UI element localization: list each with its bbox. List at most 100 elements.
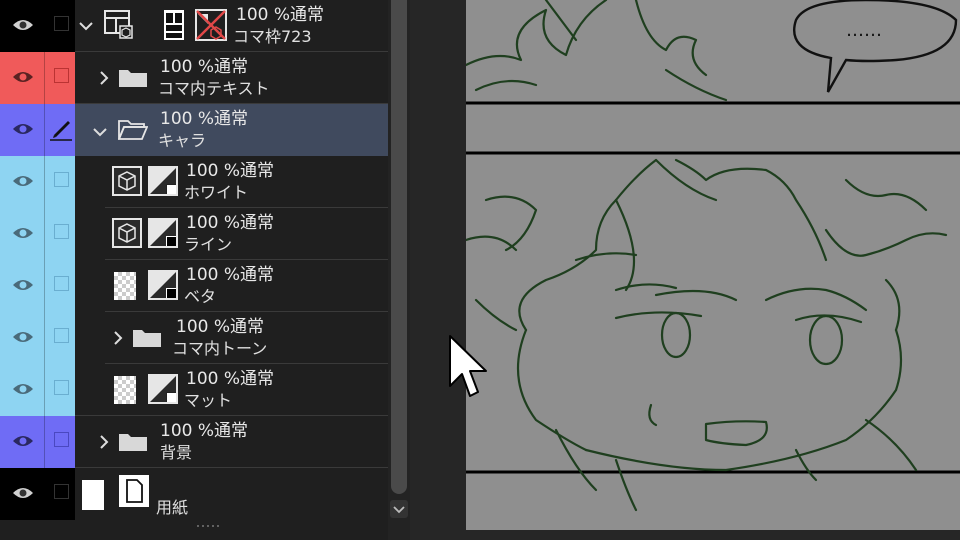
visibility-column (0, 0, 44, 52)
lock-column (44, 52, 75, 104)
layer-mask-icon (148, 218, 178, 248)
layer-opacity-blend: 100 %通常 (160, 421, 249, 441)
layer-row-text-folder[interactable]: 100 %通常 コマ内テキスト (0, 52, 388, 104)
layer-mask-icon (148, 270, 178, 300)
frame-mask-icon (195, 9, 227, 41)
layer-opacity-blend: 100 %通常 (160, 57, 249, 77)
eye-icon[interactable] (12, 226, 34, 240)
layer-name: 用紙 (156, 498, 189, 517)
layer-name: ベタ (184, 287, 217, 306)
layer-panel: 100 %通常 コマ枠723 100 %通常 コマ内テキスト 100 %通常 キ… (0, 0, 410, 540)
canvas[interactable]: …… (466, 0, 960, 530)
lock-column (44, 0, 75, 52)
layer-row-white[interactable]: 100 %通常 ホワイト (0, 156, 388, 208)
layer-row-paper[interactable]: 用紙 (0, 468, 388, 520)
lock-toggle[interactable] (54, 484, 69, 499)
paper-icon (119, 475, 149, 507)
lock-toggle[interactable] (54, 68, 69, 83)
folder-icon (133, 330, 161, 347)
lock-column (44, 416, 75, 468)
frame-folder-icon (104, 10, 133, 39)
lock-toggle[interactable] (54, 380, 69, 395)
lock-toggle[interactable] (54, 172, 69, 187)
layer-name: ライン (184, 235, 233, 254)
visibility-column (0, 156, 44, 208)
lock-column (44, 364, 75, 416)
layer-row-beta[interactable]: 100 %通常 ベタ (0, 260, 388, 312)
folder-icon (119, 434, 147, 451)
paper-thumbnail (82, 480, 104, 510)
layer-mask-icon (148, 166, 178, 196)
layer-name: コマ枠723 (233, 27, 312, 46)
layer-name: コマ内トーン (172, 339, 268, 358)
frame-thumbnail-icon (164, 10, 184, 40)
visibility-column (0, 208, 44, 260)
manga-drawing: …… (466, 0, 960, 512)
layer-row-frame-folder[interactable]: 100 %通常 コマ枠723 (0, 0, 388, 52)
eye-icon[interactable] (12, 174, 34, 188)
layer-opacity-blend: 100 %通常 (176, 317, 265, 337)
lock-column (44, 260, 75, 312)
layer-opacity-blend: 100 %通常 (236, 5, 325, 25)
mouse-pointer-icon (449, 335, 487, 397)
scroll-down-button[interactable] (390, 500, 408, 518)
layer-row-background-folder[interactable]: 100 %通常 背景 (0, 416, 388, 468)
transparent-thumbnail (114, 376, 136, 404)
chevron-right-icon[interactable] (96, 434, 112, 450)
visibility-column (0, 312, 44, 364)
lock-toggle[interactable] (54, 328, 69, 343)
visibility-column (0, 416, 44, 468)
lock-column (44, 156, 75, 208)
eye-icon[interactable] (12, 122, 34, 136)
eye-icon[interactable] (12, 382, 34, 396)
panel-gap (410, 0, 466, 540)
visibility-column (0, 364, 44, 416)
eye-icon[interactable] (12, 70, 34, 84)
chevron-down-icon[interactable] (92, 124, 108, 140)
3d-cube-icon (112, 166, 142, 196)
layer-opacity-blend: 100 %通常 (186, 213, 275, 233)
layer-name: 背景 (160, 443, 193, 462)
lock-column (44, 468, 75, 520)
visibility-column (0, 468, 44, 520)
eye-icon[interactable] (12, 18, 34, 32)
visibility-column (0, 260, 44, 312)
eye-icon[interactable] (12, 278, 34, 292)
layer-name: マット (184, 391, 233, 410)
eye-icon[interactable] (12, 486, 34, 500)
lock-toggle[interactable] (54, 432, 69, 447)
lock-toggle[interactable] (54, 224, 69, 239)
pen-icon[interactable] (48, 116, 74, 142)
layer-mask-icon (148, 374, 178, 404)
layer-opacity-blend: 100 %通常 (186, 265, 275, 285)
layer-opacity-blend: 100 %通常 (186, 161, 275, 181)
lock-column (44, 312, 75, 364)
lock-toggle[interactable] (54, 16, 69, 31)
lock-column (44, 104, 75, 156)
layer-row-line[interactable]: 100 %通常 ライン (0, 208, 388, 260)
lock-toggle[interactable] (54, 276, 69, 291)
layer-row-tone-folder[interactable]: 100 %通常 コマ内トーン (0, 312, 388, 364)
layer-name: ホワイト (184, 183, 249, 202)
eye-icon[interactable] (12, 434, 34, 448)
layer-row-chara-folder[interactable]: 100 %通常 キャラ (0, 104, 388, 156)
resize-grip[interactable] (195, 524, 221, 528)
chevron-down-icon[interactable] (78, 18, 94, 34)
folder-open-icon (118, 120, 148, 140)
visibility-column (0, 104, 44, 156)
visibility-column (0, 52, 44, 104)
layer-name: コマ内テキスト (158, 79, 270, 98)
lock-column (44, 208, 75, 260)
canvas-bottom-bar (466, 530, 960, 540)
layer-opacity-blend: 100 %通常 (186, 369, 275, 389)
3d-cube-icon (112, 218, 142, 248)
layer-row-mat[interactable]: 100 %通常 マット (0, 364, 388, 416)
transparent-thumbnail (114, 272, 136, 300)
eye-icon[interactable] (12, 330, 34, 344)
layer-opacity-blend: 100 %通常 (160, 109, 249, 129)
speech-bubble-text: …… (846, 20, 882, 41)
chevron-right-icon[interactable] (96, 70, 112, 86)
layer-name: キャラ (158, 131, 207, 150)
chevron-right-icon[interactable] (110, 330, 126, 346)
scrollbar-thumb[interactable] (391, 0, 407, 494)
